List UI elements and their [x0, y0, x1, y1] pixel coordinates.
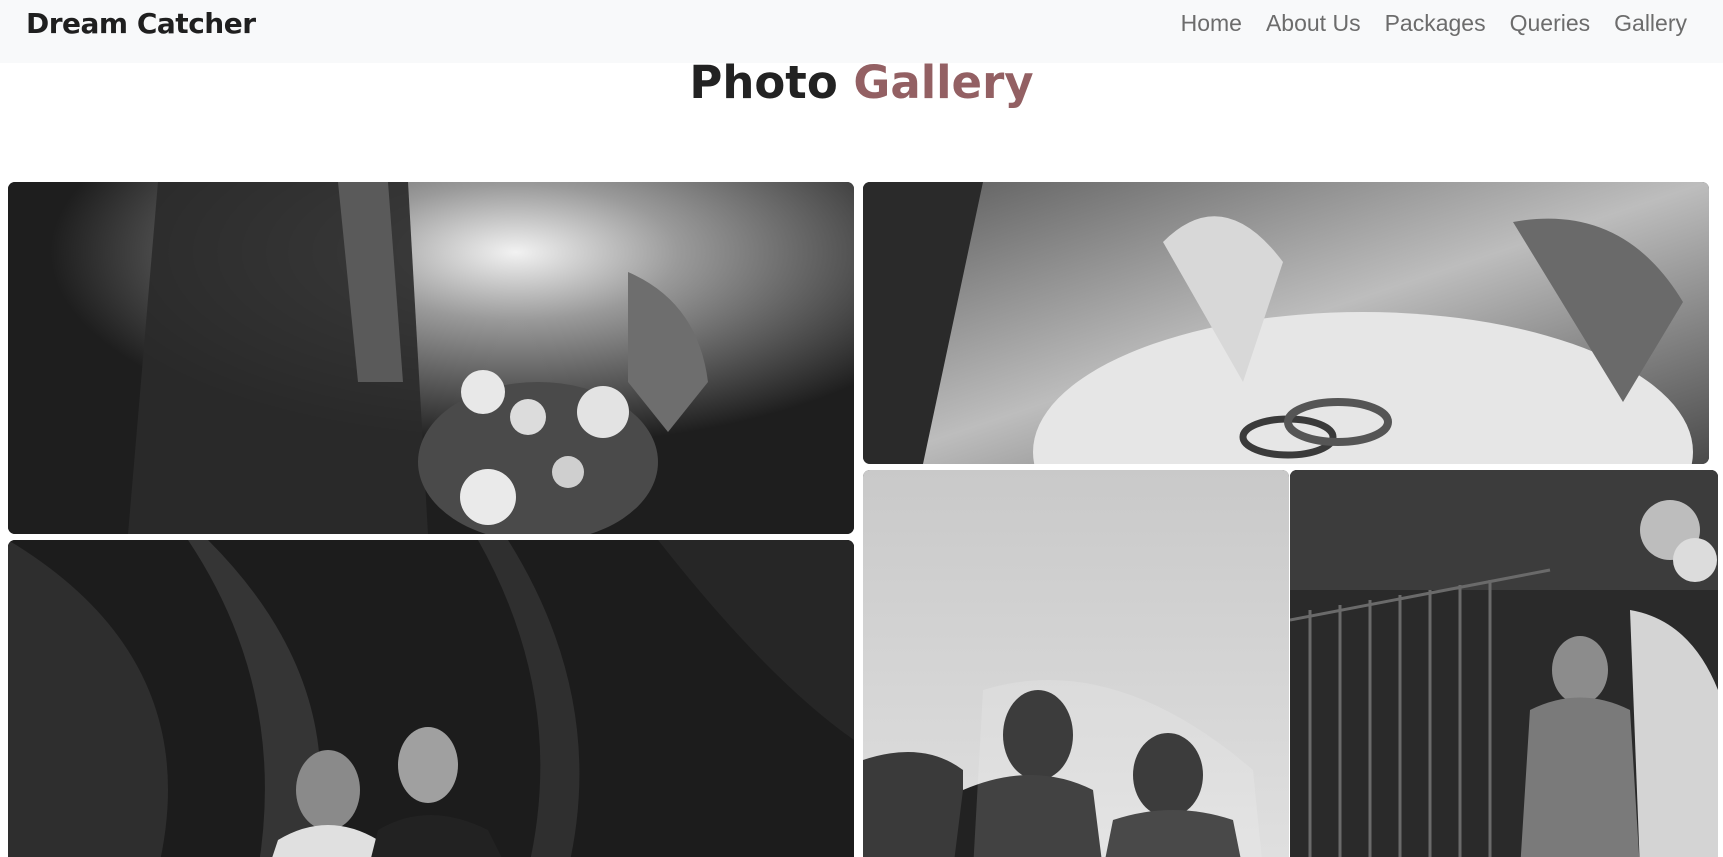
page-title: Photo Gallery: [0, 56, 1723, 109]
gallery-photo-couple-veil[interactable]: [863, 470, 1289, 857]
page-title-photo: Photo: [689, 56, 838, 109]
nav-link-about-us[interactable]: About Us: [1254, 10, 1373, 37]
gallery-photo-groom-bouquet[interactable]: [8, 182, 854, 534]
nav-link-gallery[interactable]: Gallery: [1602, 10, 1699, 37]
nav-link-home[interactable]: Home: [1169, 10, 1254, 37]
nav-links: Home About Us Packages Queries Gallery: [1169, 10, 1699, 37]
gallery-photo-couple-palms[interactable]: [8, 540, 854, 857]
nav-link-packages[interactable]: Packages: [1373, 10, 1498, 37]
nav-link-queries[interactable]: Queries: [1498, 10, 1603, 37]
navbar: Dream Catcher Home About Us Packages Que…: [0, 0, 1723, 63]
gallery-photo-groom-gate[interactable]: [1290, 470, 1718, 857]
brand-logo[interactable]: Dream Catcher: [26, 7, 256, 40]
gallery-photo-rings-flower[interactable]: [863, 182, 1709, 464]
page-title-gallery: Gallery: [853, 56, 1034, 109]
